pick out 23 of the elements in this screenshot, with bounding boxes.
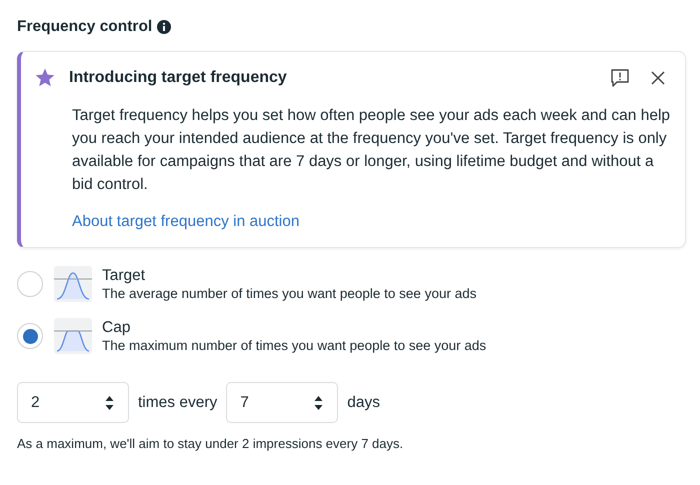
number-stepper[interactable]: 7 [226,382,338,423]
feedback-icon[interactable] [611,68,629,86]
flat-top-curve-icon [54,318,92,354]
radio-button[interactable] [17,323,43,349]
field-label: times every [138,394,218,412]
stepper-arrows-icon[interactable] [105,394,114,410]
summary-text: As a maximum, we'll aim to stay under 2 impressions every 7 days. [17,436,404,451]
option-label: Cap [102,319,132,337]
notice-title: Introducing target frequency [69,68,288,86]
number-stepper[interactable]: 2 [17,382,129,423]
option-description: The maximum number of times you want people to see your ads [102,338,486,353]
option-label: Target [102,267,146,285]
field-label: days [347,394,380,412]
learn-more-link[interactable]: About target frequency in auction [72,213,300,231]
notice-text: Target frequency helps you set how often people see your ads each week and can help you reach your intended audience at the frequency you've set. Target frequency is only available for campaigns that are 7 days or longer, using lifetime budget and without a bid control. [72,106,671,195]
stepper-arrows-icon[interactable] [314,394,324,410]
star-icon [35,68,55,87]
radio-button[interactable] [17,271,43,297]
bell-curve-icon [54,266,92,302]
option-description: The average number of times you want people to see your ads [102,286,476,301]
section-title: Frequency control [17,18,152,36]
info-icon[interactable] [157,20,172,34]
close-icon[interactable] [651,70,665,84]
